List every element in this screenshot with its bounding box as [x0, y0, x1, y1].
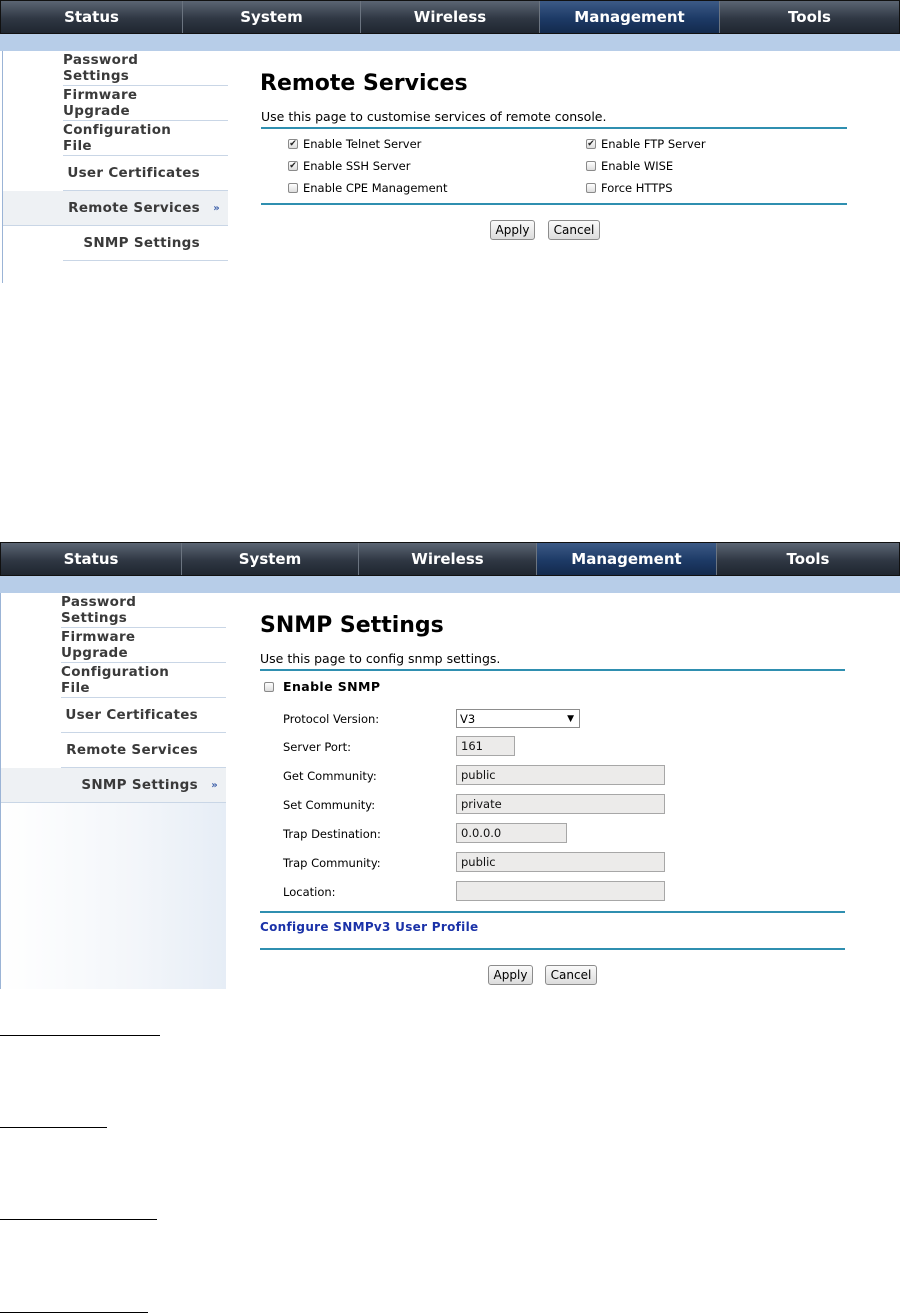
tab-management[interactable]: Management [540, 1, 720, 33]
divider [260, 948, 845, 950]
enable-wise-checkbox[interactable]: Enable WISE [586, 159, 673, 173]
get-community-label: Get Community: [283, 769, 377, 783]
get-community-input[interactable]: public [456, 765, 665, 785]
divider [260, 669, 845, 671]
sidebar-fill [1, 803, 226, 989]
top-nav: Status System Wireless Management Tools [0, 0, 900, 34]
tab-status[interactable]: Status [1, 543, 182, 575]
trap-community-input[interactable]: public [456, 852, 665, 872]
divider [260, 911, 845, 913]
page-title: SNMP Settings [260, 613, 444, 638]
cancel-button[interactable]: Cancel [545, 965, 597, 985]
tab-tools[interactable]: Tools [720, 1, 899, 33]
sidebar-item-password-settings[interactable]: Password Settings [63, 51, 228, 86]
sidebar: Password Settings Firmware Upgrade Confi… [2, 51, 228, 283]
tab-system[interactable]: System [183, 1, 361, 33]
checkbox-unchecked-icon [586, 183, 596, 193]
server-port-label: Server Port: [283, 740, 352, 754]
checkbox-label: Enable CPE Management [303, 181, 448, 195]
main-content: SNMP Settings [260, 613, 444, 638]
main-content: Remote Services [260, 71, 468, 96]
trap-destination-label: Trap Destination: [283, 827, 381, 841]
sidebar-item-configuration-file[interactable]: Configuration File [61, 663, 226, 698]
trap-destination-input[interactable]: 0.0.0.0 [456, 823, 567, 843]
checkbox-checked-icon: ✔ [288, 160, 298, 171]
select-value: V3 [460, 711, 476, 726]
tab-wireless[interactable]: Wireless [359, 543, 537, 575]
checkbox-checked-icon: ✔ [288, 138, 298, 149]
sidebar-item-password-settings[interactable]: Password Settings [61, 593, 226, 628]
server-port-input[interactable]: 161 [456, 736, 515, 756]
remote-services-screenshot: Status System Wireless Management Tools … [0, 0, 900, 283]
sidebar-item-snmp-settings[interactable]: SNMP Settings » [1, 768, 226, 803]
tab-tools[interactable]: Tools [717, 543, 899, 575]
page-description: Use this page to config snmp settings. [260, 651, 501, 666]
sidebar-item-label: Remote Services [68, 200, 200, 216]
sidebar-item-firmware-upgrade[interactable]: Firmware Upgrade [63, 86, 228, 121]
set-community-label: Set Community: [283, 798, 376, 812]
sidebar-item-snmp-settings[interactable]: SNMP Settings [63, 226, 228, 261]
checkbox-label: Enable WISE [601, 159, 674, 173]
trap-community-label: Trap Community: [283, 856, 381, 870]
enable-ssh-checkbox[interactable]: ✔ Enable SSH Server [288, 159, 410, 173]
location-input[interactable] [456, 881, 665, 901]
tab-system[interactable]: System [182, 543, 359, 575]
divider [261, 127, 847, 129]
checkbox-label: Enable SSH Server [303, 159, 411, 173]
checkbox-checked-icon: ✔ [586, 138, 596, 149]
enable-cpe-management-checkbox[interactable]: Enable CPE Management [288, 181, 447, 195]
sidebar-item-firmware-upgrade[interactable]: Firmware Upgrade [61, 628, 226, 663]
tab-management[interactable]: Management [537, 543, 717, 575]
sidebar-item-remote-services[interactable]: Remote Services [61, 733, 226, 768]
cancel-button[interactable]: Cancel [548, 220, 600, 240]
protocol-version-select[interactable]: V3 ▼ [456, 709, 580, 728]
tab-wireless[interactable]: Wireless [361, 1, 540, 33]
underline-rule [0, 1312, 148, 1313]
checkbox-unchecked-icon [288, 183, 298, 193]
underline-rule [0, 1035, 160, 1036]
apply-button[interactable]: Apply [488, 965, 533, 985]
sidebar-item-label: SNMP Settings [81, 777, 198, 793]
top-nav: Status System Wireless Management Tools [0, 542, 900, 576]
sidebar-item-configuration-file[interactable]: Configuration File [63, 121, 228, 156]
sidebar-item-user-certificates[interactable]: User Certificates [61, 698, 226, 733]
location-label: Location: [283, 885, 336, 899]
double-chevron-right-icon: » [213, 202, 220, 214]
sidebar: Password Settings Firmware Upgrade Confi… [0, 593, 226, 989]
apply-button[interactable]: Apply [490, 220, 535, 240]
sidebar-item-remote-services[interactable]: Remote Services » [3, 191, 228, 226]
set-community-input[interactable]: private [456, 794, 665, 814]
configure-snmpv3-link[interactable]: Configure SNMPv3 User Profile [260, 920, 478, 934]
nav-band [0, 576, 900, 593]
snmp-settings-screenshot: Status System Wireless Management Tools … [0, 542, 900, 989]
caret-down-icon: ▼ [567, 713, 574, 724]
underline-rule [0, 1127, 107, 1128]
enable-telnet-checkbox[interactable]: ✔ Enable Telnet Server [288, 137, 421, 151]
enable-snmp-checkbox[interactable]: Enable SNMP [264, 679, 380, 694]
sidebar-item-user-certificates[interactable]: User Certificates [63, 156, 228, 191]
nav-band [0, 34, 900, 51]
underline-rule [0, 1219, 157, 1220]
protocol-version-label: Protocol Version: [283, 712, 380, 726]
double-chevron-right-icon: » [211, 779, 218, 791]
force-https-checkbox[interactable]: Force HTTPS [586, 181, 673, 195]
checkbox-unchecked-icon [264, 681, 274, 692]
checkbox-label: Enable FTP Server [601, 137, 706, 151]
checkbox-unchecked-icon [586, 161, 596, 171]
divider [261, 203, 847, 205]
checkbox-label: Enable Telnet Server [303, 137, 422, 151]
checkbox-label: Force HTTPS [601, 181, 673, 195]
enable-ftp-checkbox[interactable]: ✔ Enable FTP Server [586, 137, 706, 151]
tab-status[interactable]: Status [1, 1, 183, 33]
page-title: Remote Services [260, 71, 468, 96]
page-description: Use this page to customise services of r… [261, 109, 607, 124]
checkbox-label: Enable SNMP [283, 679, 381, 694]
